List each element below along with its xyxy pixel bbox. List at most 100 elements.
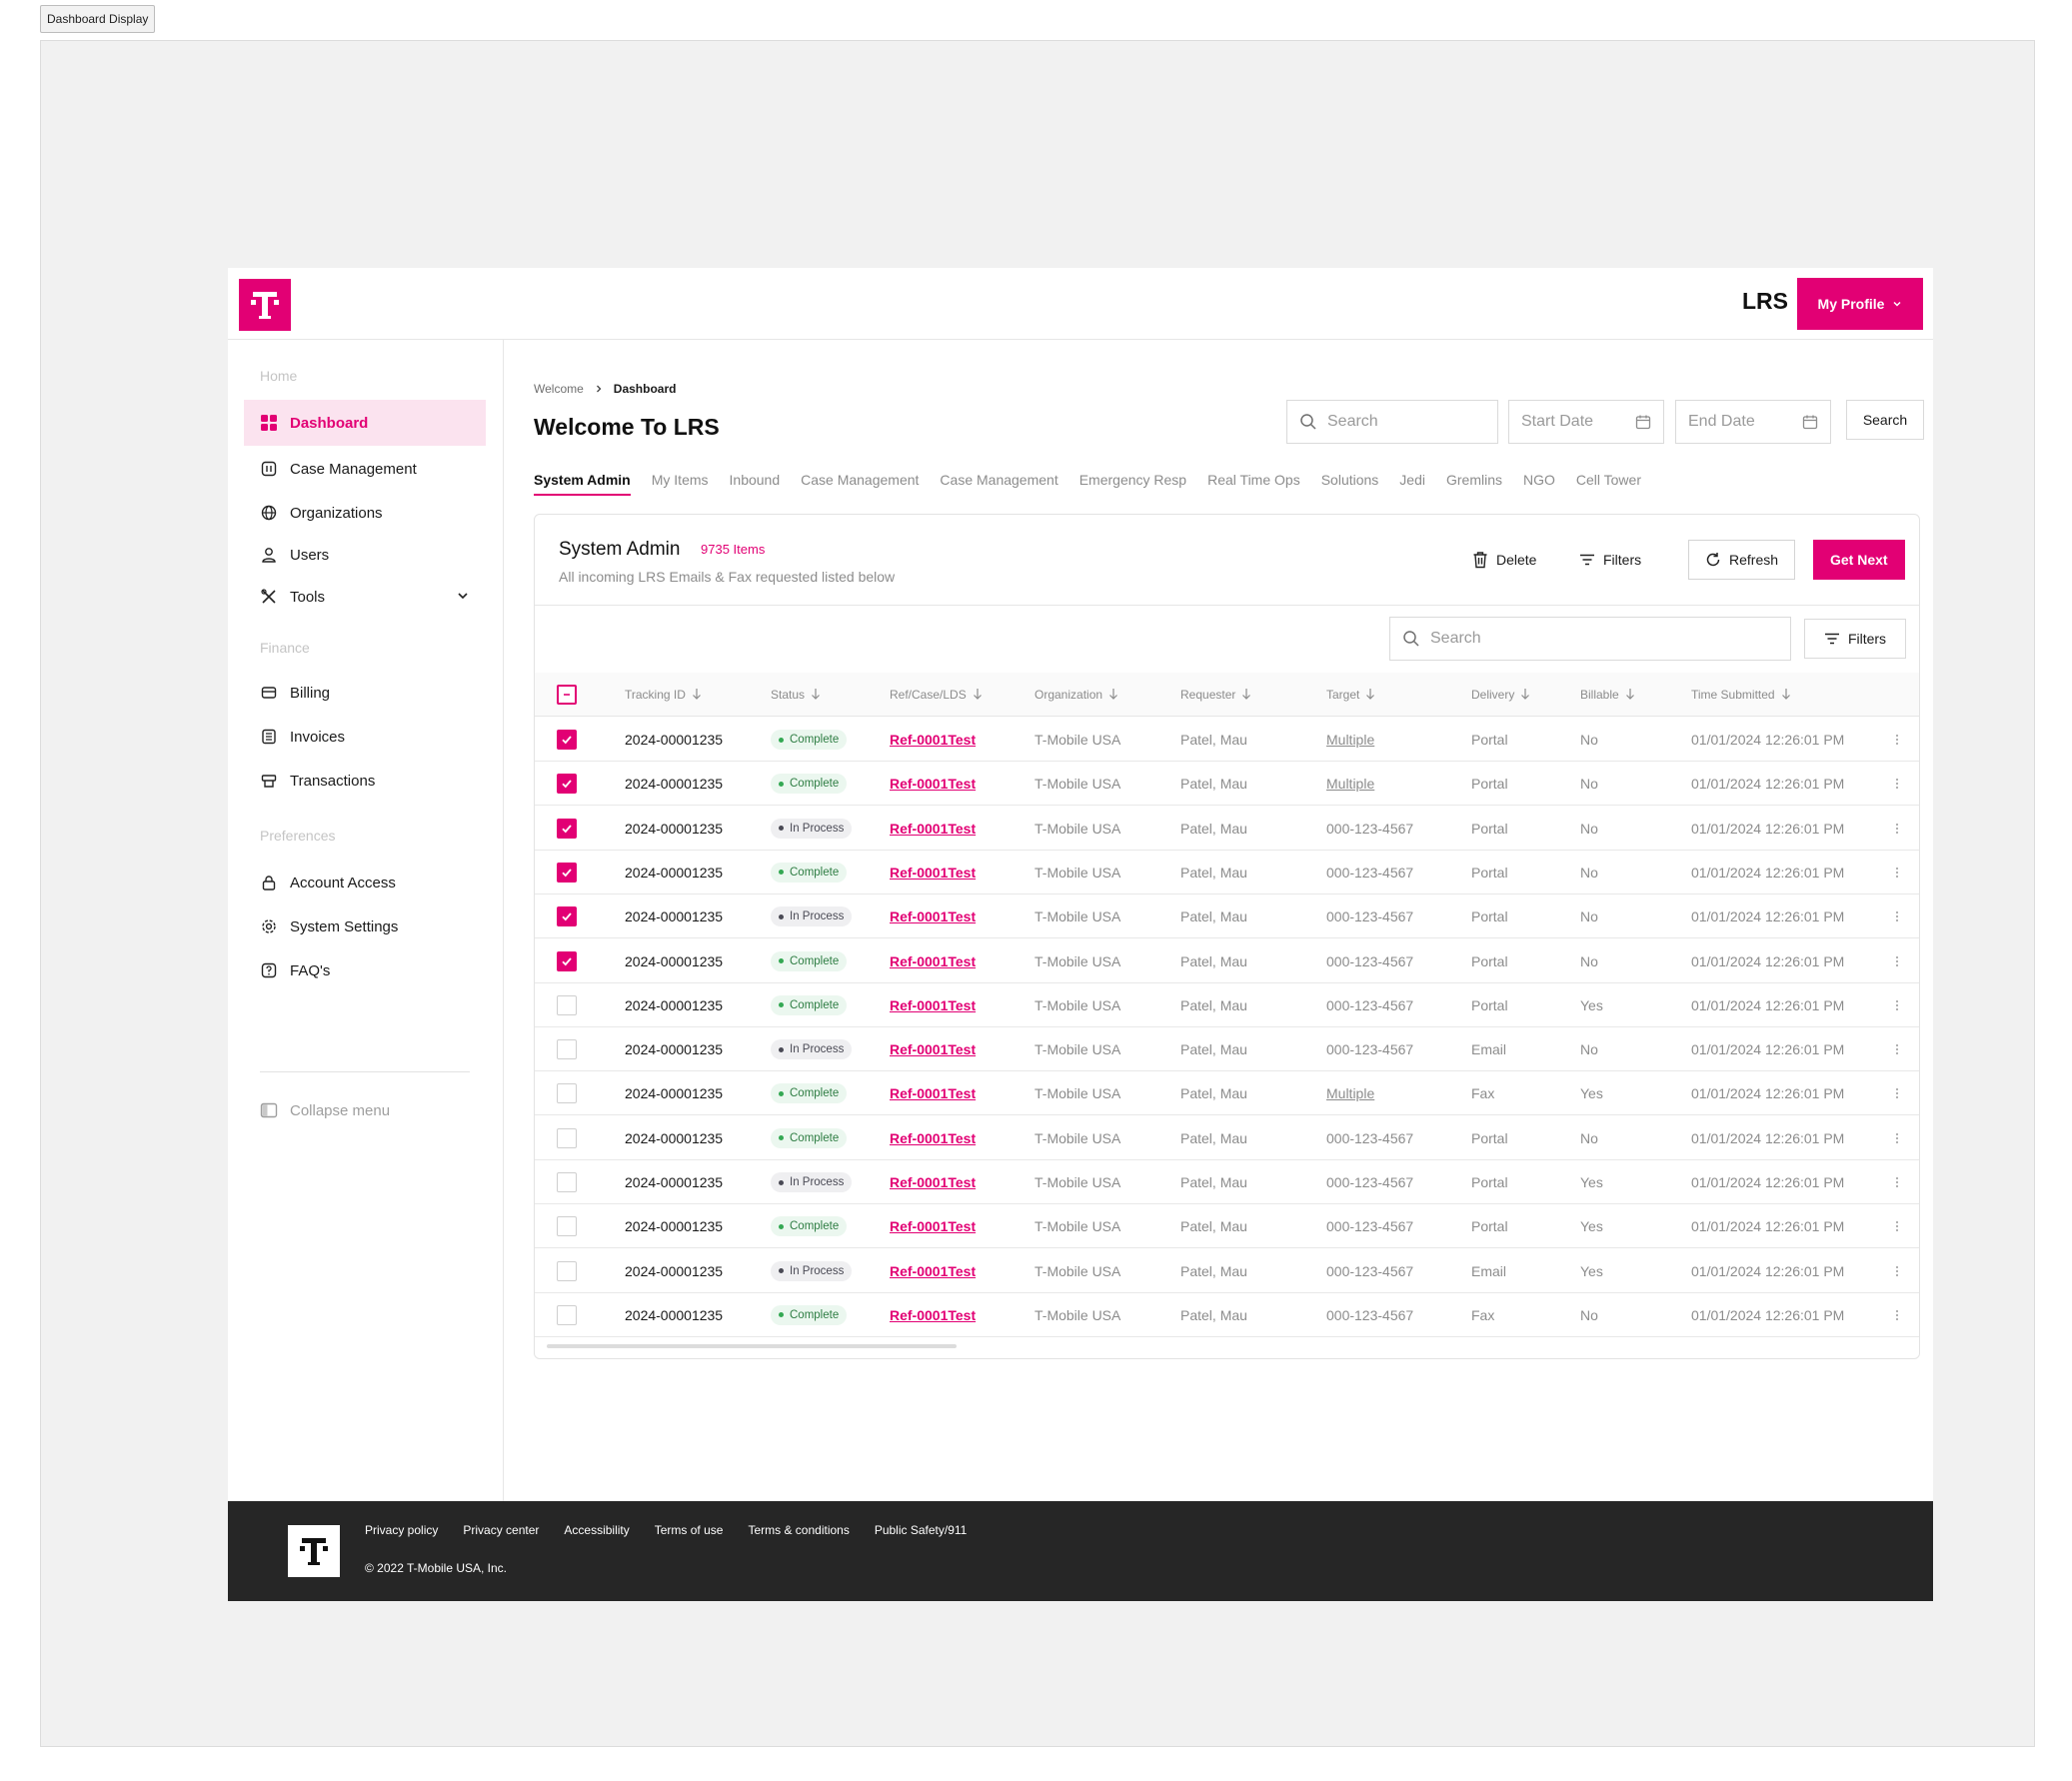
more-options-icon[interactable] [1890, 995, 1904, 1015]
tab-my-items[interactable]: My Items [652, 472, 709, 496]
row-checkbox[interactable] [557, 906, 577, 927]
breadcrumb-parent[interactable]: Welcome [534, 382, 584, 396]
sidebar-item-system-settings[interactable]: System Settings [244, 903, 486, 949]
sidebar-item-tools[interactable]: Tools [244, 574, 486, 620]
table-row[interactable]: 2024-00001235 Complete Ref-0001Test T-Mobil… [535, 1204, 1919, 1249]
filters-button[interactable]: Filters [1579, 540, 1641, 580]
row-checkbox[interactable] [557, 950, 577, 971]
more-options-icon[interactable] [1890, 1172, 1904, 1192]
tab-jedi[interactable]: Jedi [1399, 472, 1425, 496]
my-profile-button[interactable]: My Profile [1797, 278, 1923, 330]
sidebar-item-invoices[interactable]: Invoices [244, 714, 486, 760]
tab-emergency-resp[interactable]: Emergency Resp [1079, 472, 1186, 496]
more-options-icon[interactable] [1890, 906, 1904, 926]
row-checkbox[interactable] [557, 1304, 577, 1325]
ref-link[interactable]: Ref-0001Test [890, 1130, 976, 1146]
table-filters-button[interactable]: Filters [1804, 619, 1906, 659]
tab-inbound[interactable]: Inbound [730, 472, 781, 496]
chevron-down-icon[interactable] [456, 589, 470, 603]
row-checkbox[interactable] [557, 994, 577, 1015]
ref-link[interactable]: Ref-0001Test [890, 997, 976, 1013]
ref-link[interactable]: Ref-0001Test [890, 865, 976, 881]
footer-link-terms-of-use[interactable]: Terms of use [655, 1523, 724, 1537]
ref-link[interactable]: Ref-0001Test [890, 1085, 976, 1101]
table-row[interactable]: 2024-00001235 Complete Ref-0001Test T-Mobil… [535, 939, 1919, 983]
ref-link[interactable]: Ref-0001Test [890, 1174, 976, 1190]
row-checkbox[interactable] [557, 1260, 577, 1281]
search-button[interactable]: Search [1846, 400, 1924, 440]
column-header-organization[interactable]: Organization [1035, 673, 1118, 717]
column-header-delivery[interactable]: Delivery [1471, 673, 1530, 717]
end-date-field[interactable] [1675, 400, 1831, 444]
end-date-input[interactable] [1688, 413, 1788, 431]
table-row[interactable]: 2024-00001235 In Process Ref-0001Test T-Mob… [535, 894, 1919, 939]
top-search-field[interactable] [1286, 400, 1498, 444]
table-row[interactable]: 2024-00001235 Complete Ref-0001Test T-Mobil… [535, 1293, 1919, 1337]
table-search-input[interactable] [1430, 630, 1580, 648]
row-checkbox[interactable] [557, 1216, 577, 1237]
sidebar-item-organizations[interactable]: Organizations [244, 490, 486, 536]
tab-gremlins[interactable]: Gremlins [1446, 472, 1502, 496]
table-row[interactable]: 2024-00001235 In Process Ref-0001Test T-Mob… [535, 1027, 1919, 1072]
table-row[interactable]: 2024-00001235 Complete Ref-0001Test T-Mobil… [535, 718, 1919, 762]
tab-system-admin[interactable]: System Admin [534, 472, 631, 496]
sidebar-item-faqs[interactable]: FAQ's [244, 947, 486, 993]
table-row[interactable]: 2024-00001235 In Process Ref-0001Test T-Mob… [535, 1160, 1919, 1204]
calendar-icon[interactable] [1635, 414, 1651, 430]
more-options-icon[interactable] [1890, 1128, 1904, 1148]
footer-link-terms-conditions[interactable]: Terms & conditions [748, 1523, 849, 1537]
more-options-icon[interactable] [1890, 1083, 1904, 1103]
footer-logo[interactable] [288, 1525, 340, 1577]
table-row[interactable]: 2024-00001235 Complete Ref-0001Test T-Mobil… [535, 851, 1919, 894]
row-checkbox[interactable] [557, 1083, 577, 1104]
ref-link[interactable]: Ref-0001Test [890, 1041, 976, 1057]
sidebar-item-account-access[interactable]: Account Access [244, 860, 486, 905]
more-options-icon[interactable] [1890, 730, 1904, 750]
column-header-requester[interactable]: Requester [1180, 673, 1251, 717]
tab-real-time-ops[interactable]: Real Time Ops [1207, 472, 1300, 496]
ref-link[interactable]: Ref-0001Test [890, 732, 976, 748]
more-options-icon[interactable] [1890, 951, 1904, 971]
ref-link[interactable]: Ref-0001Test [890, 776, 976, 792]
footer-link-public-safety[interactable]: Public Safety/911 [875, 1523, 968, 1537]
sidebar-item-transactions[interactable]: Transactions [244, 758, 486, 804]
table-search-field[interactable] [1389, 617, 1791, 661]
table-row[interactable]: 2024-00001235 Complete Ref-0001Test T-Mobil… [535, 1116, 1919, 1160]
sidebar-item-dashboard[interactable]: Dashboard [244, 400, 486, 446]
table-row[interactable]: 2024-00001235 In Process Ref-0001Test T-Mob… [535, 807, 1919, 851]
select-all-checkbox[interactable] [557, 685, 577, 705]
sort-arrow-icon[interactable] [973, 688, 983, 703]
sort-arrow-icon[interactable] [811, 688, 821, 703]
table-row[interactable]: 2024-00001235 Complete Ref-0001Test T-Mobil… [535, 1071, 1919, 1116]
sort-arrow-icon[interactable] [1365, 688, 1375, 703]
start-date-input[interactable] [1521, 413, 1621, 431]
row-checkbox[interactable] [557, 730, 577, 750]
tab-cell-tower[interactable]: Cell Tower [1576, 472, 1641, 496]
table-row[interactable]: 2024-00001235 Complete Ref-0001Test T-Mobil… [535, 762, 1919, 807]
delete-button[interactable]: Delete [1472, 540, 1536, 580]
refresh-button[interactable]: Refresh [1688, 540, 1796, 580]
ref-link[interactable]: Ref-0001Test [890, 908, 976, 924]
ref-link[interactable]: Ref-0001Test [890, 1218, 976, 1234]
more-options-icon[interactable] [1890, 1216, 1904, 1236]
tab-case-management[interactable]: Case Management [940, 472, 1057, 496]
sort-arrow-icon[interactable] [1625, 688, 1635, 703]
tab-solutions[interactable]: Solutions [1321, 472, 1379, 496]
top-search-input[interactable] [1327, 413, 1477, 431]
column-header-target[interactable]: Target [1326, 673, 1375, 717]
start-date-field[interactable] [1508, 400, 1664, 444]
horizontal-scrollbar[interactable] [547, 1344, 957, 1348]
tab-case-management[interactable]: Case Management [801, 472, 919, 496]
tab-ngo[interactable]: NGO [1523, 472, 1555, 496]
sidebar-item-case-management[interactable]: Case Management [244, 446, 486, 492]
calendar-icon[interactable] [1802, 414, 1818, 430]
column-header-billable[interactable]: Billable [1580, 673, 1635, 717]
footer-link-privacy-center[interactable]: Privacy center [463, 1523, 539, 1537]
table-row[interactable]: 2024-00001235 Complete Ref-0001Test T-Mobil… [535, 983, 1919, 1027]
get-next-button[interactable]: Get Next [1813, 540, 1905, 580]
sort-arrow-icon[interactable] [1241, 688, 1251, 703]
row-checkbox[interactable] [557, 1127, 577, 1148]
more-options-icon[interactable] [1890, 1261, 1904, 1281]
sidebar-item-users[interactable]: Users [244, 532, 486, 578]
sort-arrow-icon[interactable] [1108, 688, 1118, 703]
